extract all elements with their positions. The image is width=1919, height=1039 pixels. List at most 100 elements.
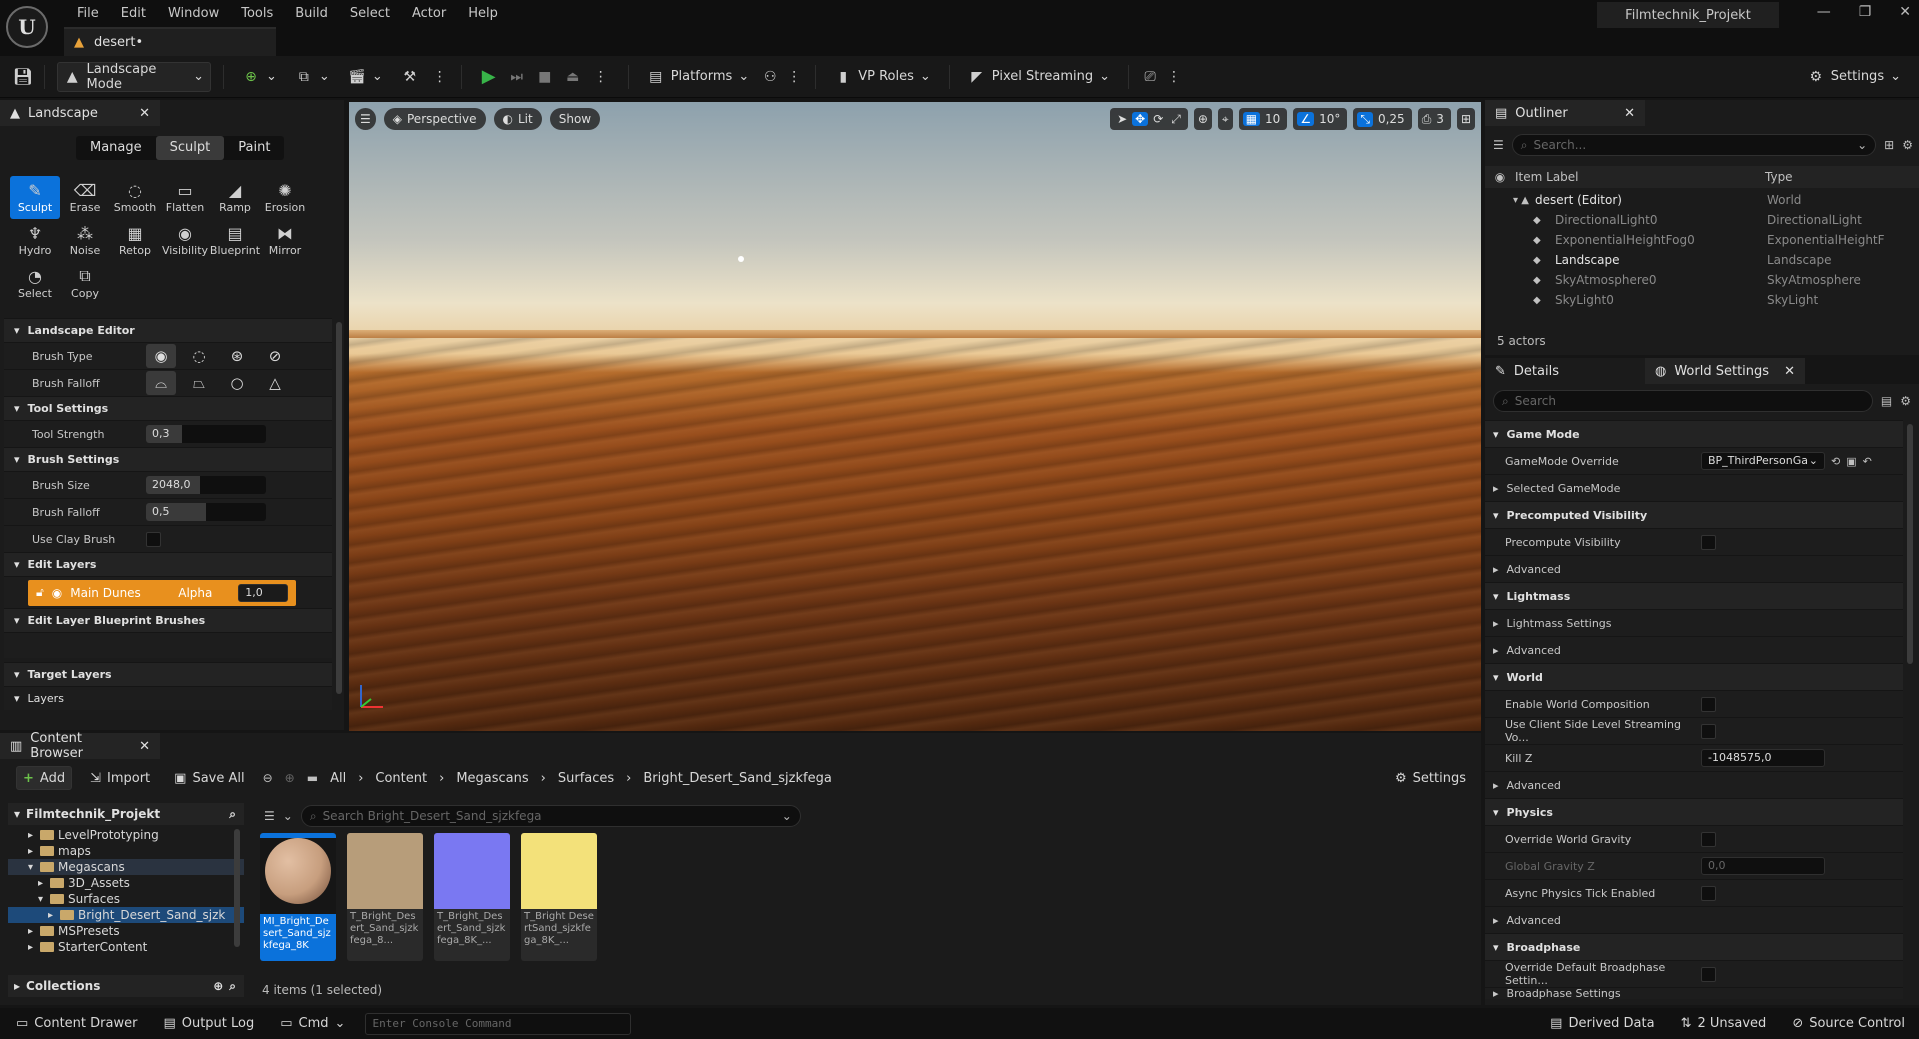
tool-flatten[interactable]: ▭ Flatten [160,176,210,219]
breadcrumb-item[interactable]: Megascans [456,771,528,786]
gear-icon[interactable]: ⚙ [1902,138,1913,152]
landscape-tab[interactable]: ▲ Landscape ✕ [0,100,160,126]
platforms-button[interactable]: ▤ Platforms ⌄ [641,62,756,92]
tool-erosion[interactable]: ✺ Erosion [260,176,310,219]
smooth-falloff-icon[interactable]: ⌓ [146,371,176,395]
menu-tools[interactable]: Tools [230,6,284,21]
folder-item[interactable]: ▸ Bright_Desert_Sand_sjzk [8,907,244,923]
tool-retop[interactable]: ▦ Retop [110,219,160,262]
vp-roles-button[interactable]: ▮ VP Roles ⌄ [828,62,937,92]
rotate-tool-icon[interactable]: ⟳ [1150,112,1166,126]
folder-item[interactable]: ▾ Surfaces [8,891,244,907]
folder-item[interactable]: ▸ MSPresets [8,923,244,939]
tool-ramp[interactable]: ◢ Ramp [210,176,260,219]
more-options-icon[interactable]: ⋮ [431,68,449,86]
folder-item[interactable]: ▸ StarterContent [8,939,244,955]
perspective-button[interactable]: ◈ Perspective [383,108,486,130]
close-icon[interactable]: ✕ [139,739,150,754]
blueprints-button[interactable]: ⧉ ⌄ [289,62,336,92]
tool-noise[interactable]: ⁂ Noise [60,219,110,262]
collections-header[interactable]: ▸ Collections ⊕ ⌕ [8,975,244,997]
kill-z-input[interactable]: -1048575,0 [1701,749,1825,767]
search-icon[interactable]: ⌕ [229,807,236,822]
override-gravity-checkbox[interactable] [1701,831,1716,847]
precompute-visibility-checkbox[interactable] [1701,534,1716,550]
tool-erase[interactable]: ⌫ Erase [60,176,110,219]
outliner-search-input[interactable]: ⌕ Search... ⌄ [1511,134,1877,156]
tool-smooth[interactable]: ◌ Smooth [110,176,160,219]
section-lightmass[interactable]: ▾ Lightmass [1485,582,1903,609]
tool-copy[interactable]: ⧉ Copy [60,262,110,305]
folder-icon[interactable]: ▣ [1846,455,1856,468]
console-input[interactable]: Enter Console Command [365,1012,632,1035]
close-icon[interactable]: ✕ [1784,364,1795,379]
lightmass-settings-row[interactable]: ▸ Lightmass Settings [1485,609,1903,636]
broadphase-settings-row[interactable]: ▸ Broadphase Settings [1485,987,1903,999]
output-log-button[interactable]: ▤ Output Log [157,1009,260,1039]
show-button[interactable]: Show [549,108,601,130]
surface-snap-toggle[interactable]: ⌖ [1217,108,1233,130]
outliner-row[interactable]: ◆ SkyAtmosphere0 SkyAtmosphere [1485,270,1919,290]
table-view-icon[interactable]: ▤ [1881,394,1892,408]
world-composition-checkbox[interactable] [1701,696,1716,712]
client-side-streaming-checkbox[interactable] [1701,723,1716,739]
layer-alpha-input[interactable]: 1,0 [238,583,289,602]
tool-select[interactable]: ◔ Select [10,262,60,305]
circle-brush-icon[interactable]: ◉ [146,344,176,368]
asset-search-input[interactable]: ⌕ Search Bright_Desert_Sand_sjzkfega ⌄ [300,805,801,827]
folder-item[interactable]: ▾ Megascans [8,859,244,875]
spherical-falloff-icon[interactable]: ○ [222,371,252,395]
section-game-mode[interactable]: ▾ Game Mode [1485,420,1903,447]
back-icon[interactable]: ⊖ [263,771,273,785]
modeling-button[interactable]: ⚒ [395,62,425,92]
filter-icon[interactable]: ☰ [1493,138,1504,152]
more-options-icon[interactable]: ⋮ [1165,68,1183,86]
pattern-brush-icon[interactable]: ⊛ [222,344,252,368]
gear-icon[interactable]: ⚙ [1900,394,1911,408]
tip-falloff-icon[interactable]: △ [260,371,290,395]
section-layers[interactable]: ▾ Layers [4,686,332,710]
advanced-row[interactable]: ▸ Advanced [1485,771,1903,798]
alpha-brush-icon[interactable]: ◌ [184,344,214,368]
chevron-down-icon[interactable]: ⌄ [283,809,293,823]
select-tool-icon[interactable]: ➤ [1114,112,1130,126]
browse-icon[interactable]: ⟲ [1831,455,1840,468]
gamemode-override-select[interactable]: BP_ThirdPersonGa ⌄ [1701,452,1825,470]
minimize-icon[interactable]: — [1817,4,1831,20]
menu-actor[interactable]: Actor [401,6,457,21]
forward-icon[interactable]: ⊕ [285,771,295,785]
play-icon[interactable]: ▶ [480,66,498,87]
outliner-row[interactable]: ◆ ExponentialHeightFog0 ExponentialHeightF [1485,230,1919,250]
tab-manage[interactable]: Manage [76,136,156,160]
viewport-layout-button[interactable]: ⊞ [1456,108,1475,130]
save-icon[interactable]: 💾︎ [13,67,33,86]
outliner-row[interactable]: ▾ ▲ desert (Editor) World [1485,190,1919,210]
source-control-button[interactable]: ⊘ Source Control [1786,1009,1911,1039]
details-scrollbar[interactable] [1907,424,1913,664]
project-root[interactable]: Filmtechnik_Projekt [26,807,160,821]
asset-tile[interactable]: T_Bright_Desert_Sand_sjzkfega_8K_... [434,833,510,961]
close-icon[interactable]: ✕ [1899,4,1911,20]
add-collection-icon[interactable]: ⊕ [213,979,223,993]
lit-button[interactable]: ◐ Lit [493,108,542,130]
world-local-toggle[interactable]: ⊕ [1193,108,1212,130]
linear-falloff-icon[interactable]: ⏢ [184,371,214,395]
grid-snap[interactable]: ▦ 10 [1238,108,1288,130]
outliner-row[interactable]: ◆ DirectionalLight0 DirectionalLight [1485,210,1919,230]
multi-user-icon[interactable]: ⚇ [761,68,779,86]
more-options-icon[interactable]: ⋮ [592,68,610,86]
viewport-menu-button[interactable]: ☰ [355,108,376,130]
section-tool-settings[interactable]: ▾ Tool Settings [4,396,332,420]
outliner-tab[interactable]: ▤ Outliner ✕ [1485,100,1645,126]
breadcrumb-item[interactable]: Bright_Desert_Sand_sjzkfega [643,771,831,786]
move-tool-icon[interactable]: ✥ [1132,112,1149,126]
eject-icon[interactable]: ⏏ [564,68,582,86]
settings-button[interactable]: ⚙ Settings ⌄ [1801,62,1907,92]
folder-item[interactable]: ▸ maps [8,843,244,859]
panel-scrollbar[interactable] [336,322,342,694]
folder-item[interactable]: ▸ 3D_Assets [8,875,244,891]
advanced-row[interactable]: ▸ Advanced [1485,555,1903,582]
menu-help[interactable]: Help [457,6,509,21]
stop-icon[interactable]: ■ [536,68,554,86]
details-search-input[interactable]: ⌕ Search [1493,390,1873,412]
